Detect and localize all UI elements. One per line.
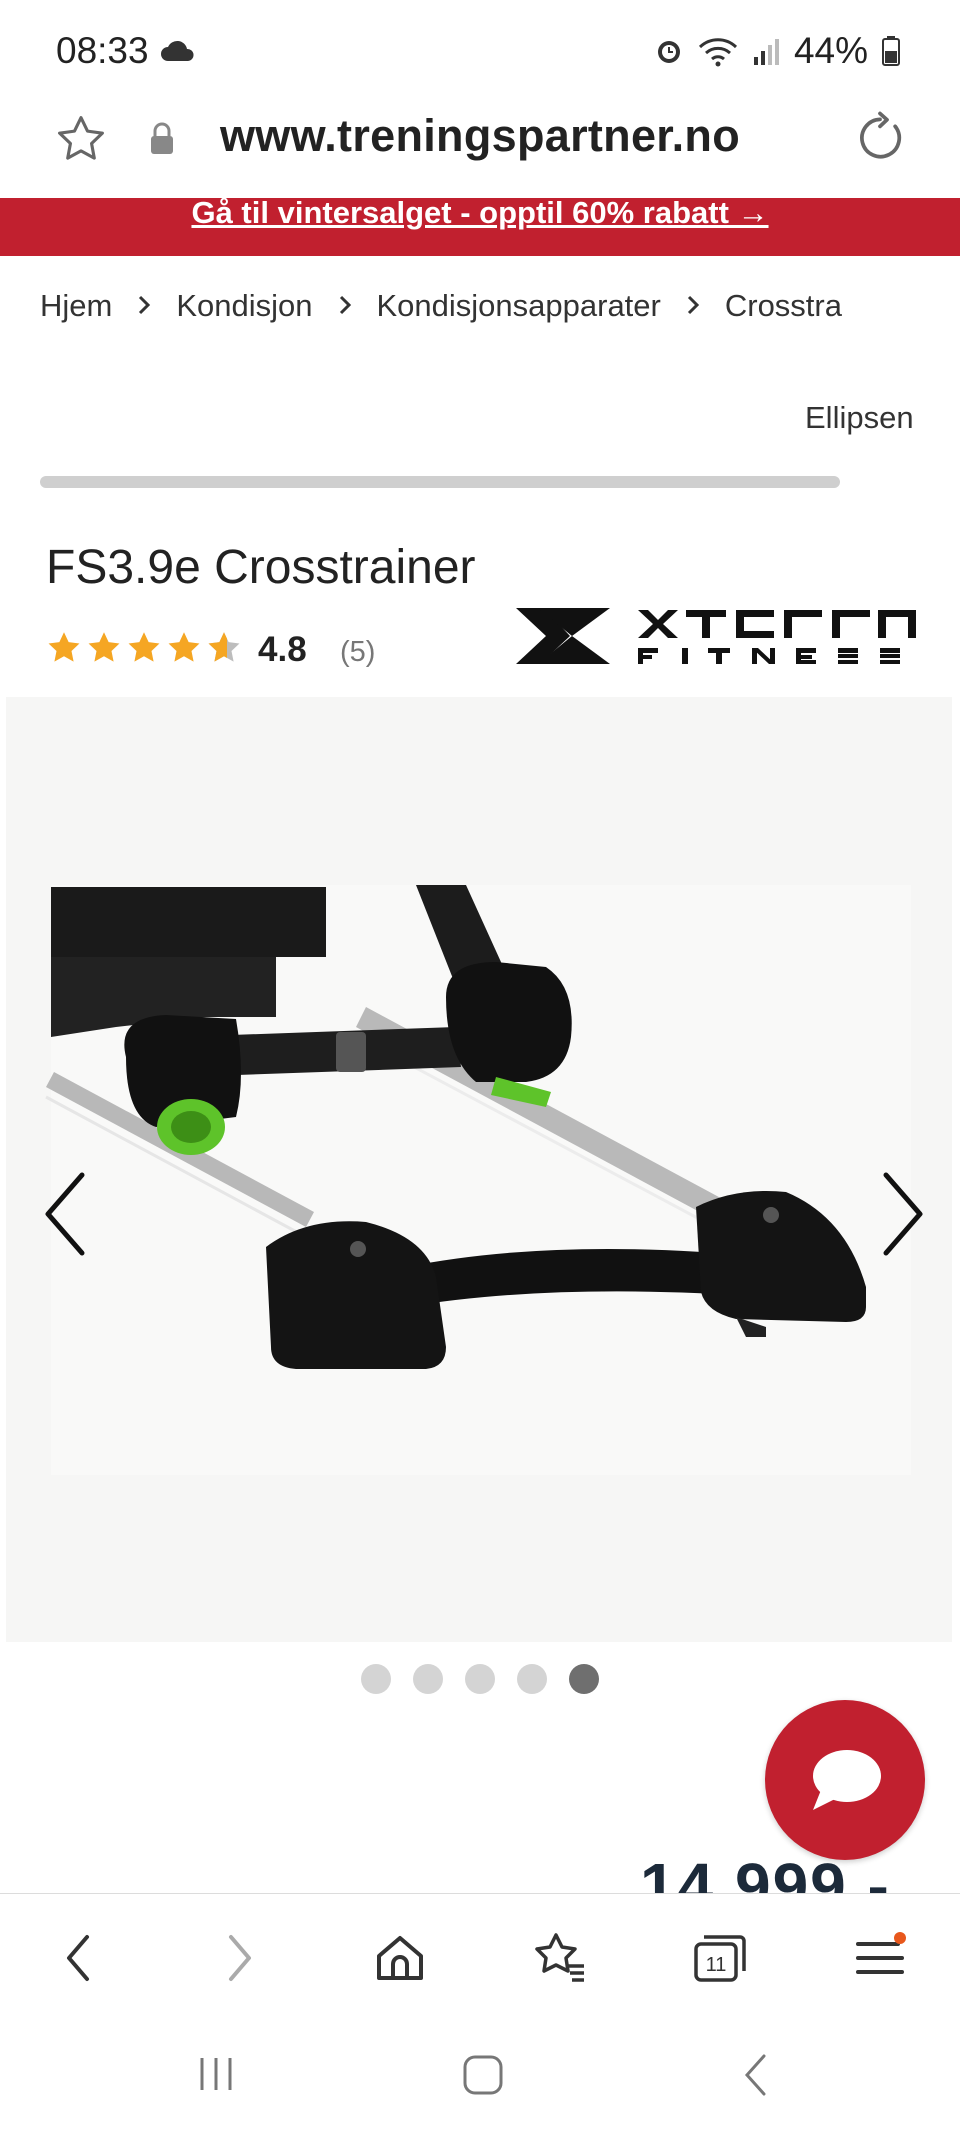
breadcrumb-scrollbar[interactable] bbox=[40, 476, 840, 488]
wifi-icon bbox=[698, 38, 737, 67]
gallery-dot[interactable] bbox=[413, 1664, 443, 1694]
bookmarks-star-icon bbox=[535, 1933, 584, 1982]
battery-icon bbox=[882, 36, 900, 66]
rating-stars[interactable] bbox=[46, 630, 242, 666]
svg-text:11: 11 bbox=[706, 1954, 727, 1976]
product-image bbox=[45, 885, 911, 1475]
tabs-button[interactable]: 11 bbox=[680, 1923, 760, 1993]
xterra-fitness-logo[interactable] bbox=[514, 600, 918, 670]
review-count[interactable]: (5) bbox=[340, 636, 375, 669]
breadcrumb-item-crosstrainer[interactable]: Crosstra bbox=[725, 288, 842, 324]
home-button[interactable] bbox=[360, 1923, 440, 1993]
price-container: 14 999,- bbox=[640, 1850, 920, 1893]
star-icon bbox=[168, 632, 200, 662]
product-title: FS3.9e Crosstrainer bbox=[46, 541, 476, 594]
forward-arrow-icon bbox=[229, 1935, 251, 1981]
gallery-next-arrow-icon[interactable] bbox=[868, 1159, 938, 1269]
battery-percent: 44% bbox=[793, 30, 868, 71]
breadcrumb-item-kondisjon[interactable]: Kondisjon bbox=[176, 288, 312, 324]
promo-banner[interactable]: Gå til vintersalget - opptil 60% rabatt … bbox=[0, 198, 960, 256]
gallery-pagination bbox=[0, 1664, 960, 1694]
chevron-right-icon bbox=[313, 288, 377, 324]
home-icon bbox=[377, 1936, 423, 1980]
chevron-right-icon bbox=[661, 288, 725, 324]
gallery-dot-active[interactable] bbox=[569, 1664, 599, 1694]
back-button[interactable] bbox=[38, 1923, 118, 1993]
star-icon bbox=[128, 632, 160, 662]
back-arrow-icon bbox=[67, 1935, 89, 1981]
browser-bottom-bar bbox=[0, 1893, 960, 2014]
chat-button[interactable] bbox=[765, 1700, 925, 1860]
promo-banner-text[interactable]: Gå til vintersalget - opptil 60% rabatt … bbox=[191, 198, 768, 230]
recent-apps-icon[interactable] bbox=[196, 2054, 236, 2094]
breadcrumb-item-hjem[interactable]: Hjem bbox=[40, 288, 112, 324]
menu-icon bbox=[856, 1932, 906, 1974]
breadcrumb-item-kondisjonsapparater[interactable]: Kondisjonsapparater bbox=[377, 288, 661, 324]
bookmarks-button[interactable] bbox=[520, 1923, 600, 1993]
signal-icon bbox=[753, 39, 779, 65]
rating-value: 4.8 bbox=[258, 630, 307, 669]
home-nav-icon[interactable] bbox=[462, 2054, 504, 2096]
reload-icon[interactable] bbox=[852, 110, 908, 166]
star-half-icon bbox=[208, 632, 240, 662]
gallery-dot[interactable] bbox=[361, 1664, 391, 1694]
system-back-icon[interactable] bbox=[740, 2052, 770, 2098]
status-time: 08:33 bbox=[56, 30, 149, 71]
tabs-icon: 11 bbox=[694, 1935, 746, 1982]
breadcrumb-item-ellipsen[interactable]: Ellipsen bbox=[805, 400, 914, 436]
forward-button[interactable] bbox=[200, 1923, 280, 1993]
product-image-gallery[interactable] bbox=[6, 697, 952, 1642]
product-price: 14 999,- bbox=[640, 1850, 891, 1893]
gallery-prev-arrow-icon[interactable] bbox=[30, 1159, 100, 1269]
menu-button[interactable] bbox=[840, 1923, 920, 1993]
gallery-dot[interactable] bbox=[465, 1664, 495, 1694]
cloud-icon bbox=[161, 40, 194, 61]
star-icon bbox=[88, 632, 120, 662]
star-icon bbox=[48, 632, 80, 662]
chevron-right-icon bbox=[112, 288, 176, 324]
gallery-dot[interactable] bbox=[517, 1664, 547, 1694]
chat-bubble-icon bbox=[813, 1750, 881, 1810]
alarm-icon bbox=[657, 41, 680, 63]
breadcrumb: Hjem Kondisjon Kondisjonsapparater Crosstra bbox=[40, 286, 920, 326]
url-text[interactable]: www.treningspartner.no bbox=[0, 110, 960, 162]
